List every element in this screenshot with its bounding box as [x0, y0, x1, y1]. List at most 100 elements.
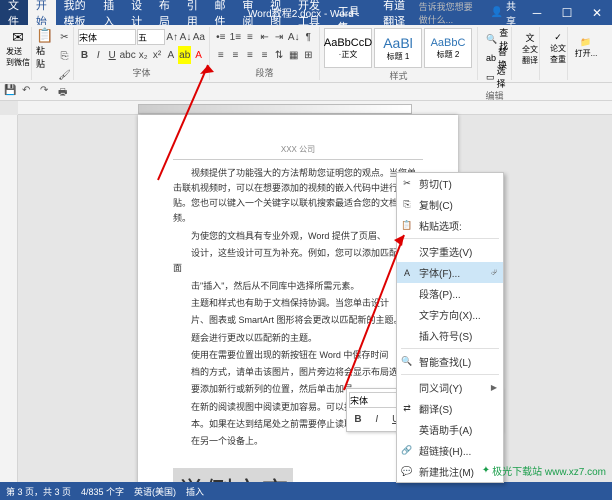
horizontal-ruler[interactable]	[18, 101, 612, 115]
ctx-paragraph[interactable]: 段落(P)...	[397, 283, 503, 304]
ctx-paste-options[interactable]: 📋粘贴选项:	[397, 215, 503, 236]
shading-button[interactable]: ▦	[287, 46, 301, 64]
paste-button[interactable]: 📋粘贴	[36, 28, 53, 68]
tell-me[interactable]: 告诉我您想要做什么...	[415, 0, 485, 26]
mini-font-select[interactable]	[349, 392, 399, 408]
subscript-button[interactable]: x₂	[137, 46, 150, 64]
window-title-center: Word教程2.docx - Word	[248, 5, 354, 20]
style-name: 标题 1	[387, 51, 410, 62]
open-button[interactable]: 📁打开...	[572, 28, 600, 68]
ctx-cut[interactable]: ✂剪切(T)	[397, 173, 503, 194]
tab-file[interactable]: 文件	[0, 0, 28, 25]
doc-paragraph[interactable]: 题会进行更改以匹配新的主题。	[173, 331, 423, 346]
clear-format-button[interactable]: Aa	[193, 28, 205, 46]
ctx-copy[interactable]: ⎘复制(C)	[397, 194, 503, 215]
ctx-hanzi[interactable]: 汉字重选(V)	[397, 241, 503, 262]
tab-youdao[interactable]: 有道翻译	[375, 0, 415, 25]
doc-paragraph[interactable]: 视频提供了功能强大的方法帮助您证明您的观点。当您单击联机视频时，可以在想要添加的…	[173, 166, 423, 227]
doc-paragraph[interactable]: 在另一个设备上。	[173, 434, 423, 449]
align-left-button[interactable]: ≡	[214, 46, 228, 64]
minimize-button[interactable]: ─	[522, 0, 552, 25]
text-effect-button[interactable]: A	[164, 46, 177, 64]
qat-undo-icon[interactable]: ↶	[22, 85, 36, 99]
ctx-hyperlink[interactable]: 🔗超链接(H)...	[397, 440, 503, 461]
mini-italic[interactable]: I	[368, 410, 386, 428]
close-button[interactable]: ✕	[582, 0, 612, 25]
ctx-label: 新建批注(M)	[419, 464, 474, 479]
paste-icon: 📋	[401, 220, 413, 232]
font-family-select[interactable]	[78, 29, 136, 45]
ctx-insert-symbol[interactable]: 插入符号(S)	[397, 325, 503, 346]
tab-layout[interactable]: 布局	[151, 0, 179, 25]
status-language[interactable]: 英语(美国)	[134, 485, 176, 498]
ctx-translate[interactable]: ⇄翻译(S)	[397, 398, 503, 419]
mini-bold[interactable]: B	[349, 410, 367, 428]
logo-icon: ✦	[482, 465, 490, 476]
cut-button[interactable]: ✂	[55, 28, 73, 46]
grow-font-button[interactable]: A↑	[166, 28, 178, 46]
shrink-font-button[interactable]: A↓	[179, 28, 191, 46]
bullet-list-button[interactable]: •≡	[214, 28, 228, 46]
tab-home[interactable]: 开始	[28, 0, 56, 25]
ctx-separator	[401, 374, 499, 375]
tab-templates[interactable]: 我的模板	[56, 0, 96, 25]
decrease-indent-button[interactable]: ⇤	[258, 28, 272, 46]
number-list-button[interactable]: 1≡	[229, 28, 243, 46]
tab-references[interactable]: 引用	[179, 0, 207, 25]
ctx-synonym[interactable]: 同义词(Y)▶	[397, 377, 503, 398]
multilevel-list-button[interactable]: ≡	[243, 28, 257, 46]
status-insert[interactable]: 插入	[186, 485, 204, 498]
ctx-text-direction[interactable]: 文字方向(X)...	[397, 304, 503, 325]
ctx-smart-lookup[interactable]: 🔍智能查找(L)	[397, 351, 503, 372]
font-color-button[interactable]: A	[192, 46, 205, 64]
user-share[interactable]: 👤共享	[485, 0, 522, 28]
underline-button[interactable]: U	[106, 46, 119, 64]
doc-paragraph[interactable]: 使用在需要位置出现的新按钮在 Word 中保存时间	[173, 348, 423, 363]
doc-paragraph[interactable]: 设计，这些设计可互为补充。例如，您可以添加匹配的封面	[173, 246, 423, 277]
maximize-button[interactable]: ☐	[552, 0, 582, 25]
doc-paragraph[interactable]: 为使您的文档具有专业外观，Word 提供了页眉、	[173, 229, 423, 244]
strike-button[interactable]: abc	[120, 46, 136, 64]
tab-mailings[interactable]: 邮件	[207, 0, 235, 25]
selected-text[interactable]: 举例文字	[173, 468, 293, 482]
tab-design[interactable]: 设计	[123, 0, 151, 25]
vertical-ruler[interactable]	[0, 115, 18, 482]
ctx-label: 翻译(S)	[419, 401, 452, 416]
ctx-label: 智能查找(L)	[419, 354, 471, 369]
doc-paragraph[interactable]: 主题和样式也有助于文档保持协调。当您单击设计	[173, 296, 423, 311]
doc-paragraph[interactable]: 击"插入"，然后从不同库中选择所需元素。	[173, 279, 423, 294]
status-page[interactable]: 第 3 页，共 3 页	[6, 485, 71, 498]
ctx-english-assist[interactable]: 英语助手(A)	[397, 419, 503, 440]
qat-redo-icon[interactable]: ↷	[40, 85, 54, 99]
style-heading2[interactable]: AaBbC标题 2	[424, 28, 472, 68]
sort-button[interactable]: A↓	[287, 28, 301, 46]
border-button[interactable]: ⊞	[301, 46, 315, 64]
font-size-select[interactable]	[137, 29, 165, 45]
format-painter-button[interactable]: 🖌	[55, 66, 73, 84]
doc-paragraph[interactable]: 片、图表或 SmartArt 图形将会更改以匹配新的主题。	[173, 313, 423, 328]
ctx-font[interactable]: A字体(F)...⮰	[397, 262, 503, 283]
watermark-text: 极光下载站 www.xz7.com	[492, 463, 606, 478]
bold-button[interactable]: B	[78, 46, 91, 64]
line-spacing-button[interactable]: ⇅	[272, 46, 286, 64]
align-center-button[interactable]: ≡	[229, 46, 243, 64]
highlight-button[interactable]: ab	[178, 46, 191, 64]
qat-save-icon[interactable]: 💾	[4, 85, 18, 99]
doc-paragraph[interactable]: 档的方式，请单击该图片，图片旁边将会显示布局选	[173, 365, 423, 380]
copy-button[interactable]: ⎘	[55, 47, 73, 65]
italic-button[interactable]: I	[92, 46, 105, 64]
justify-button[interactable]: ≡	[258, 46, 272, 64]
select-button[interactable]: ▭选择	[484, 68, 505, 86]
status-words[interactable]: 4/835 个字	[81, 485, 124, 498]
superscript-button[interactable]: x²	[151, 46, 164, 64]
increase-indent-button[interactable]: ⇥	[272, 28, 286, 46]
style-normal[interactable]: AaBbCcD·正文	[324, 28, 372, 68]
tab-insert[interactable]: 插入	[95, 0, 123, 25]
show-marks-button[interactable]: ¶	[301, 28, 315, 46]
align-right-button[interactable]: ≡	[243, 46, 257, 64]
cut-icon: ✂	[401, 178, 413, 190]
send-wechat-button[interactable]: ✉发送 到微信	[4, 28, 32, 68]
user-icon: 👤	[491, 7, 503, 18]
qat-print-icon[interactable]: 🖶	[58, 85, 72, 99]
style-heading1[interactable]: AaBl标题 1	[374, 28, 422, 68]
